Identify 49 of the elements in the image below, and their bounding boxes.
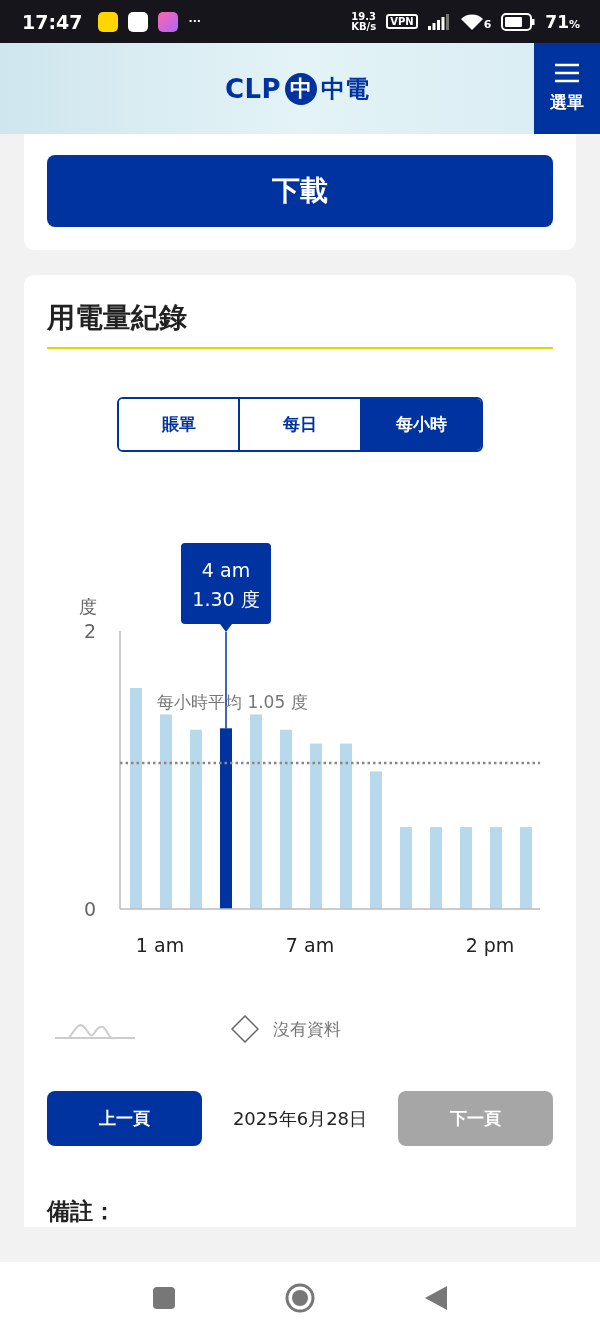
network-speed: 19.3 KB/s <box>351 11 377 32</box>
chart-bar[interactable] <box>460 827 472 909</box>
signal-icon <box>427 13 450 30</box>
chart-bar[interactable] <box>160 714 172 909</box>
chart-bar[interactable] <box>130 688 142 909</box>
logo-mark[interactable]: 中 <box>285 72 318 105</box>
clock-time: 17:47 <box>22 10 83 33</box>
home-icon[interactable] <box>285 1283 315 1313</box>
download-button[interactable]: 下載 <box>47 155 553 227</box>
tooltip-text: 1.30 度 <box>192 588 260 610</box>
battery-percent: 71 <box>545 11 569 32</box>
vpn-indicator: VPN <box>386 14 418 29</box>
chart-bar[interactable] <box>220 728 232 909</box>
logo-chinese-text[interactable]: 中電 <box>321 72 370 105</box>
app-notification-icon <box>98 11 119 32</box>
chart-bar[interactable] <box>190 729 202 909</box>
section-title: 用電量紀錄 <box>47 297 553 349</box>
more-notifications: ··· <box>188 15 202 28</box>
chart-bar[interactable] <box>340 743 352 909</box>
app-notification-icon <box>128 11 149 32</box>
chart-bar[interactable] <box>400 827 412 909</box>
chart-bar[interactable] <box>490 827 502 909</box>
x-tick-label: 1 am <box>135 934 185 956</box>
chart-bar[interactable] <box>280 729 292 909</box>
app-notification-icon <box>158 11 179 32</box>
legend-label: 沒有資料 <box>273 1017 341 1041</box>
date-label: 2025年6月28日 <box>232 1106 368 1131</box>
chart-bar[interactable] <box>250 714 262 909</box>
percent-sign: % <box>568 17 580 31</box>
recents-icon[interactable] <box>153 1287 175 1309</box>
previous-page-button[interactable]: 上一頁 <box>47 1091 202 1146</box>
x-tick-label: 2 pm <box>465 934 515 956</box>
back-icon[interactable] <box>425 1286 447 1310</box>
notes-heading: 備註： <box>47 1197 117 1226</box>
chart-bar[interactable] <box>430 827 442 909</box>
y-tick-label: 2 <box>83 620 97 642</box>
x-tick-label: 7 am <box>285 934 335 956</box>
period-tab[interactable]: 每小時 <box>359 399 481 450</box>
chart-bar[interactable] <box>520 827 532 909</box>
menu-icon <box>554 63 580 83</box>
diamond-icon <box>231 1015 259 1043</box>
y-tick-label: 0 <box>83 898 97 920</box>
tooltip-text: 4 am <box>201 559 251 581</box>
menu-button[interactable]: 選單 <box>534 43 600 134</box>
y-axis-label: 度 <box>79 596 97 617</box>
battery-icon <box>501 12 536 31</box>
logo-text[interactable]: CLP <box>224 73 282 104</box>
chart-bar[interactable] <box>310 743 322 909</box>
chart-bar[interactable] <box>370 771 382 909</box>
